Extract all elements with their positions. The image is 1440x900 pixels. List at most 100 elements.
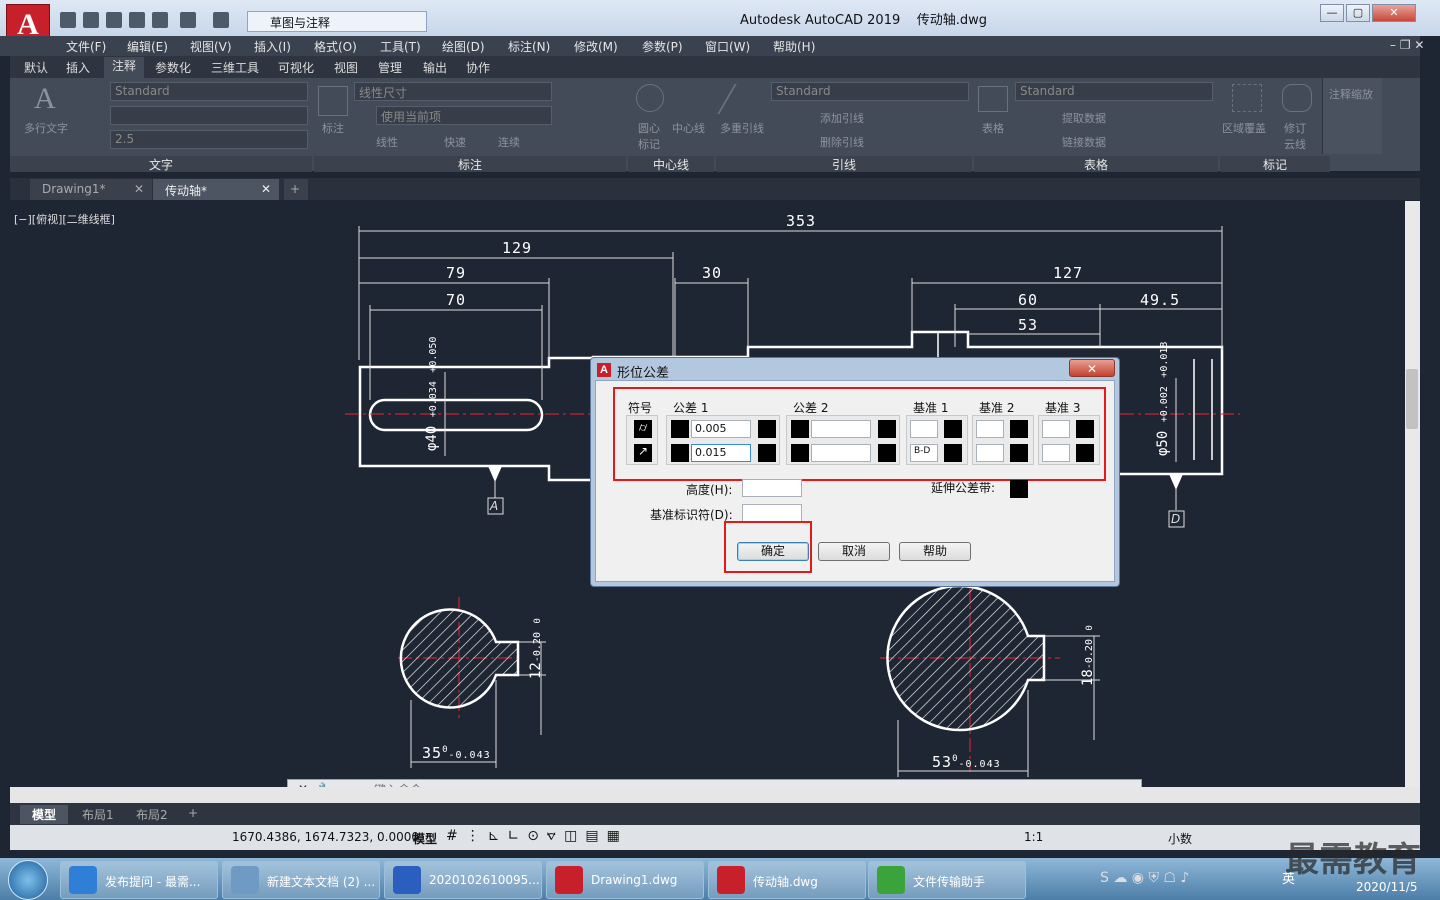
open-file-icon[interactable] xyxy=(83,12,99,28)
taskbar-item[interactable]: 新建文本文档 (2) ... xyxy=(222,861,380,899)
add-leader-button[interactable]: 添加引线 xyxy=(820,110,864,126)
taskbar-item[interactable]: 发布提问 - 最需... xyxy=(60,861,218,899)
ribbon-tab[interactable]: 协作 xyxy=(466,59,490,76)
ribbon-panel-title[interactable]: 表格 xyxy=(974,156,1218,172)
taskbar-item[interactable]: 文件传输助手 xyxy=(868,861,1026,899)
quick-dim-button[interactable]: 快速 xyxy=(444,134,466,150)
undo-icon[interactable] xyxy=(180,12,196,28)
maximize-button[interactable]: ▢ xyxy=(1346,4,1370,22)
wipeout-icon[interactable] xyxy=(1232,84,1262,112)
menu-item[interactable]: 工具(T) xyxy=(380,38,421,55)
annotation-scale[interactable]: 1:1 xyxy=(1024,830,1043,844)
close-tab-icon[interactable]: ✕ xyxy=(134,182,144,196)
close-tab-icon[interactable]: ✕ xyxy=(261,182,271,196)
units-select[interactable]: 小数 xyxy=(1168,830,1192,847)
projected-zone-toggle[interactable] xyxy=(1010,480,1028,498)
ribbon-tab[interactable]: 注释 xyxy=(104,57,145,78)
doc-tab-shaft[interactable]: 传动轴* ✕ xyxy=(153,179,279,200)
ribbon-tab[interactable]: 视图 xyxy=(334,59,358,76)
doc-tab-drawing1[interactable]: Drawing1* ✕ xyxy=(30,179,152,200)
coordinates-readout[interactable]: 1670.4386, 1674.7323, 0.0000 xyxy=(232,830,419,844)
ribbon-tab[interactable]: 可视化 xyxy=(278,59,314,76)
menu-item[interactable]: 标注(N) xyxy=(508,38,550,55)
center-mark-icon[interactable] xyxy=(636,84,664,112)
multileader-icon[interactable] xyxy=(717,84,765,114)
new-file-icon[interactable] xyxy=(60,12,76,28)
vscroll-thumb[interactable] xyxy=(1406,369,1418,429)
taskbar-item[interactable]: Drawing1.dwg xyxy=(546,861,704,899)
ribbon-tab[interactable]: 参数化 xyxy=(155,59,191,76)
start-button[interactable] xyxy=(8,860,48,900)
save-as-icon[interactable] xyxy=(129,12,145,28)
revcloud-icon[interactable] xyxy=(1282,84,1312,112)
help-button[interactable]: 帮助 xyxy=(899,542,971,561)
remove-leader-button[interactable]: 删除引线 xyxy=(820,134,864,150)
menu-item[interactable]: 帮助(H) xyxy=(773,38,815,55)
extract-data-button[interactable]: 提取数据 xyxy=(1062,110,1106,126)
taskbar-item[interactable]: 传动轴.dwg xyxy=(708,861,866,899)
clock-date[interactable]: 2020/11/5 xyxy=(1356,880,1418,894)
tray-icons[interactable]: S ☁ ◉ ⛨ ☖ ♪ xyxy=(1100,870,1189,886)
ribbon-panel-title[interactable]: 标记 xyxy=(1220,156,1330,172)
close-window-button[interactable]: ✕ xyxy=(1372,4,1416,22)
menu-item[interactable]: 视图(V) xyxy=(190,38,232,55)
drafting-tools-icons[interactable]: #⋮⊾∟⊙⦡◫▤▦ xyxy=(446,828,628,844)
menu-item[interactable]: 插入(I) xyxy=(254,38,291,55)
print-icon[interactable] xyxy=(152,12,168,28)
new-tab-button[interactable]: + xyxy=(284,179,308,200)
height-field[interactable] xyxy=(742,479,802,497)
dim-style-select[interactable]: 线性尺寸 xyxy=(354,82,552,101)
table-icon[interactable] xyxy=(978,86,1008,112)
layout-tab-model[interactable]: 模型 xyxy=(20,805,69,824)
text-find-field[interactable] xyxy=(110,106,308,125)
table-style-select[interactable]: Standard xyxy=(1015,82,1213,101)
menu-item[interactable]: 格式(O) xyxy=(314,38,357,55)
height-label: 高度(H): xyxy=(686,483,733,497)
menu-item[interactable]: 编辑(E) xyxy=(127,38,168,55)
model-space-button[interactable]: 模型 xyxy=(413,830,437,847)
save-icon[interactable] xyxy=(106,12,122,28)
taskbar-item-label: 传动轴.dwg xyxy=(753,875,818,889)
linear-button[interactable]: 线性 xyxy=(376,134,398,150)
ribbon-panel-title[interactable]: 引线 xyxy=(716,156,972,172)
cancel-button[interactable]: 取消 xyxy=(818,542,890,561)
text-height-select[interactable]: 2.5 xyxy=(110,130,308,149)
ribbon-tab[interactable]: 默认 xyxy=(24,59,48,76)
ok-button[interactable]: 确定 xyxy=(737,542,809,561)
doc-window-controls[interactable]: – ❐ ✕ xyxy=(1390,38,1424,52)
dia-40: φ40 +0.034 +0.050 xyxy=(424,331,444,451)
ribbon-tab[interactable]: 三维工具 xyxy=(211,59,259,76)
ribbon-tab[interactable]: 输出 xyxy=(423,59,447,76)
dimension-icon[interactable] xyxy=(318,86,348,116)
menu-item[interactable]: 参数(P) xyxy=(642,38,683,55)
layout-tab-1[interactable]: 布局1 xyxy=(74,805,122,824)
layout-tab-2[interactable]: 布局2 xyxy=(128,805,176,824)
workspace-dropdown[interactable]: 草图与注释 xyxy=(247,11,427,32)
menu-item[interactable]: 绘图(D) xyxy=(442,38,485,55)
ribbon-panel-title[interactable]: 中心线 xyxy=(628,156,714,172)
mleader-style-select[interactable]: Standard xyxy=(771,82,969,101)
menu-item[interactable]: 窗口(W) xyxy=(705,38,750,55)
ribbon-panel-title[interactable]: 标注 xyxy=(314,156,626,172)
ribbon-tab[interactable]: 管理 xyxy=(378,59,402,76)
menu-item[interactable]: 修改(M) xyxy=(574,38,618,55)
ribbon-tab[interactable]: 插入 xyxy=(66,59,90,76)
link-data-button[interactable]: 链接数据 xyxy=(1062,134,1106,150)
layer-use-current[interactable]: 使用当前项 xyxy=(376,106,552,125)
anno-scale-panel[interactable]: 注释缩放 xyxy=(1322,78,1382,154)
horizontal-scrollbar[interactable] xyxy=(10,787,1420,803)
datum-id-field[interactable] xyxy=(742,504,802,522)
text-style-select[interactable]: Standard xyxy=(110,82,308,101)
menu-item[interactable]: 文件(F) xyxy=(66,38,106,55)
dim-353: 353 xyxy=(786,212,817,230)
add-layout-button[interactable]: + xyxy=(182,805,204,821)
taskbar-item[interactable]: 2020102610095... xyxy=(384,861,542,899)
dialog-close-button[interactable]: ✕ xyxy=(1069,359,1115,377)
ribbon-panel-title[interactable]: 文字 xyxy=(10,156,312,172)
multiline-text-icon[interactable]: A xyxy=(34,82,56,116)
continue-dim-button[interactable]: 连续 xyxy=(498,134,520,150)
minimize-button[interactable]: — xyxy=(1320,4,1344,22)
vertical-scrollbar[interactable] xyxy=(1405,201,1420,787)
center-line-label[interactable]: 中心线 xyxy=(672,120,705,136)
redo-icon[interactable] xyxy=(213,12,229,28)
